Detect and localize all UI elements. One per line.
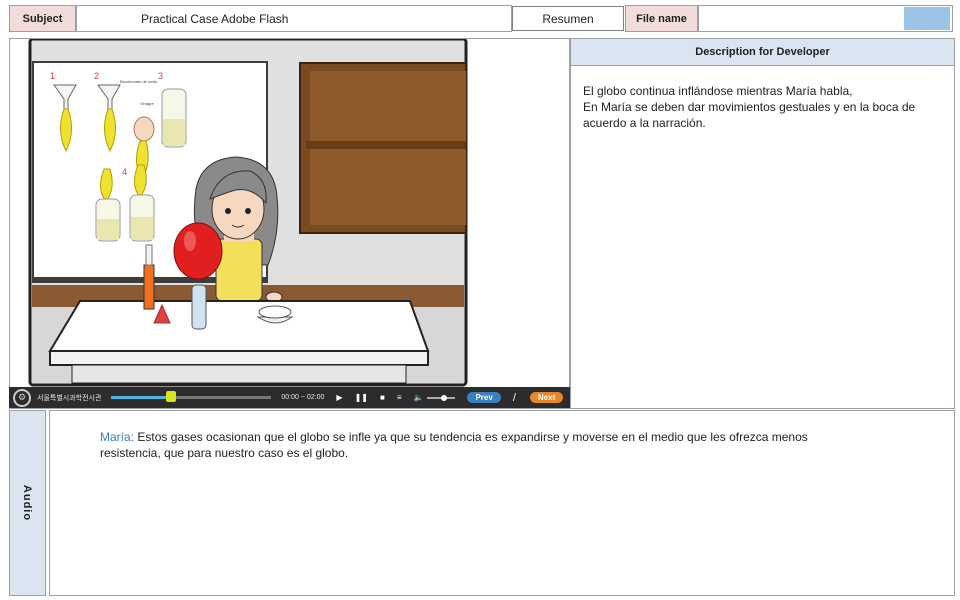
progress-fill [111, 396, 171, 399]
poster-step-4: 4 [122, 167, 127, 177]
volume-track[interactable] [427, 394, 456, 401]
subject-value: Practical Case Adobe Flash [76, 5, 512, 32]
progress-thumb[interactable] [165, 391, 176, 402]
audio-script-text: Estos gases ocasionan que el globo se in… [100, 430, 808, 460]
audio-script-panel: María: Estos gases ocasionan que el glob… [49, 410, 955, 596]
resumen-button-label: Resumen [542, 11, 594, 26]
developer-description-title: Description for Developer [571, 39, 954, 66]
volume-control[interactable]: 🔈 [414, 393, 456, 402]
next-button[interactable]: Next [529, 392, 564, 403]
progress-track[interactable] [111, 391, 272, 402]
scene-illustration: 1 2 3 4 Bicarbonato de sodio Vinagre [28, 39, 468, 387]
description-line-1: El globo continua inflándose mientras Ma… [583, 84, 853, 98]
resumen-button[interactable]: Resumen [512, 6, 624, 31]
subject-label-text: Subject [22, 12, 63, 25]
media-player-bar: ⚙ 서울특별시과학전시관 00:00 ~ 02:00 ▶ ❚❚ ■ ≡ 🔈 Pr… [9, 387, 570, 408]
animation-scene: 1 2 3 4 Bicarbonato de sodio Vinagre [9, 38, 570, 409]
audio-tab: Audio [9, 410, 46, 596]
audio-script: María: Estos gases ocasionan que el glob… [100, 429, 860, 461]
subject-label: Subject [9, 5, 76, 32]
prev-button[interactable]: Prev [467, 392, 501, 403]
speaker-icon: 🔈 [413, 393, 424, 402]
file-name-label: File name [625, 5, 698, 32]
pause-icon[interactable]: ❚❚ [355, 393, 368, 402]
poster-note-vinegar: Vinagre [140, 101, 154, 106]
developer-description-panel: Description for Developer El globo conti… [570, 38, 955, 409]
poster-step-2: 2 [94, 71, 99, 81]
red-balloon [173, 222, 223, 280]
museum-logo-icon: ⚙ [13, 388, 31, 407]
speaker-name: María: [100, 430, 135, 444]
file-name-label-text: File name [636, 12, 687, 25]
page-separator: / [512, 391, 516, 404]
poster-step-1: 1 [50, 71, 55, 81]
audio-tab-label: Audio [21, 484, 34, 522]
poster-step-3: 3 [158, 71, 163, 81]
poster-note-soda: Bicarbonato de sodio [120, 79, 158, 84]
org-name: 서울특별시과학전시관 [37, 394, 102, 402]
play-icon[interactable]: ▶ [336, 393, 342, 402]
lab-table [48, 300, 430, 384]
time-readout: 00:00 ~ 02:00 [281, 394, 325, 401]
description-line-2: En María se deben dar movimientos gestua… [583, 100, 916, 130]
volume-knob[interactable] [441, 394, 448, 401]
wall-cabinet [299, 62, 467, 234]
stop-icon[interactable]: ■ [380, 393, 385, 402]
menu-icon[interactable]: ≡ [397, 393, 402, 402]
developer-description-body: El globo continua inflándose mientras Ma… [571, 66, 954, 131]
file-name-color-swatch [904, 7, 950, 30]
subject-value-text: Practical Case Adobe Flash [141, 11, 289, 26]
